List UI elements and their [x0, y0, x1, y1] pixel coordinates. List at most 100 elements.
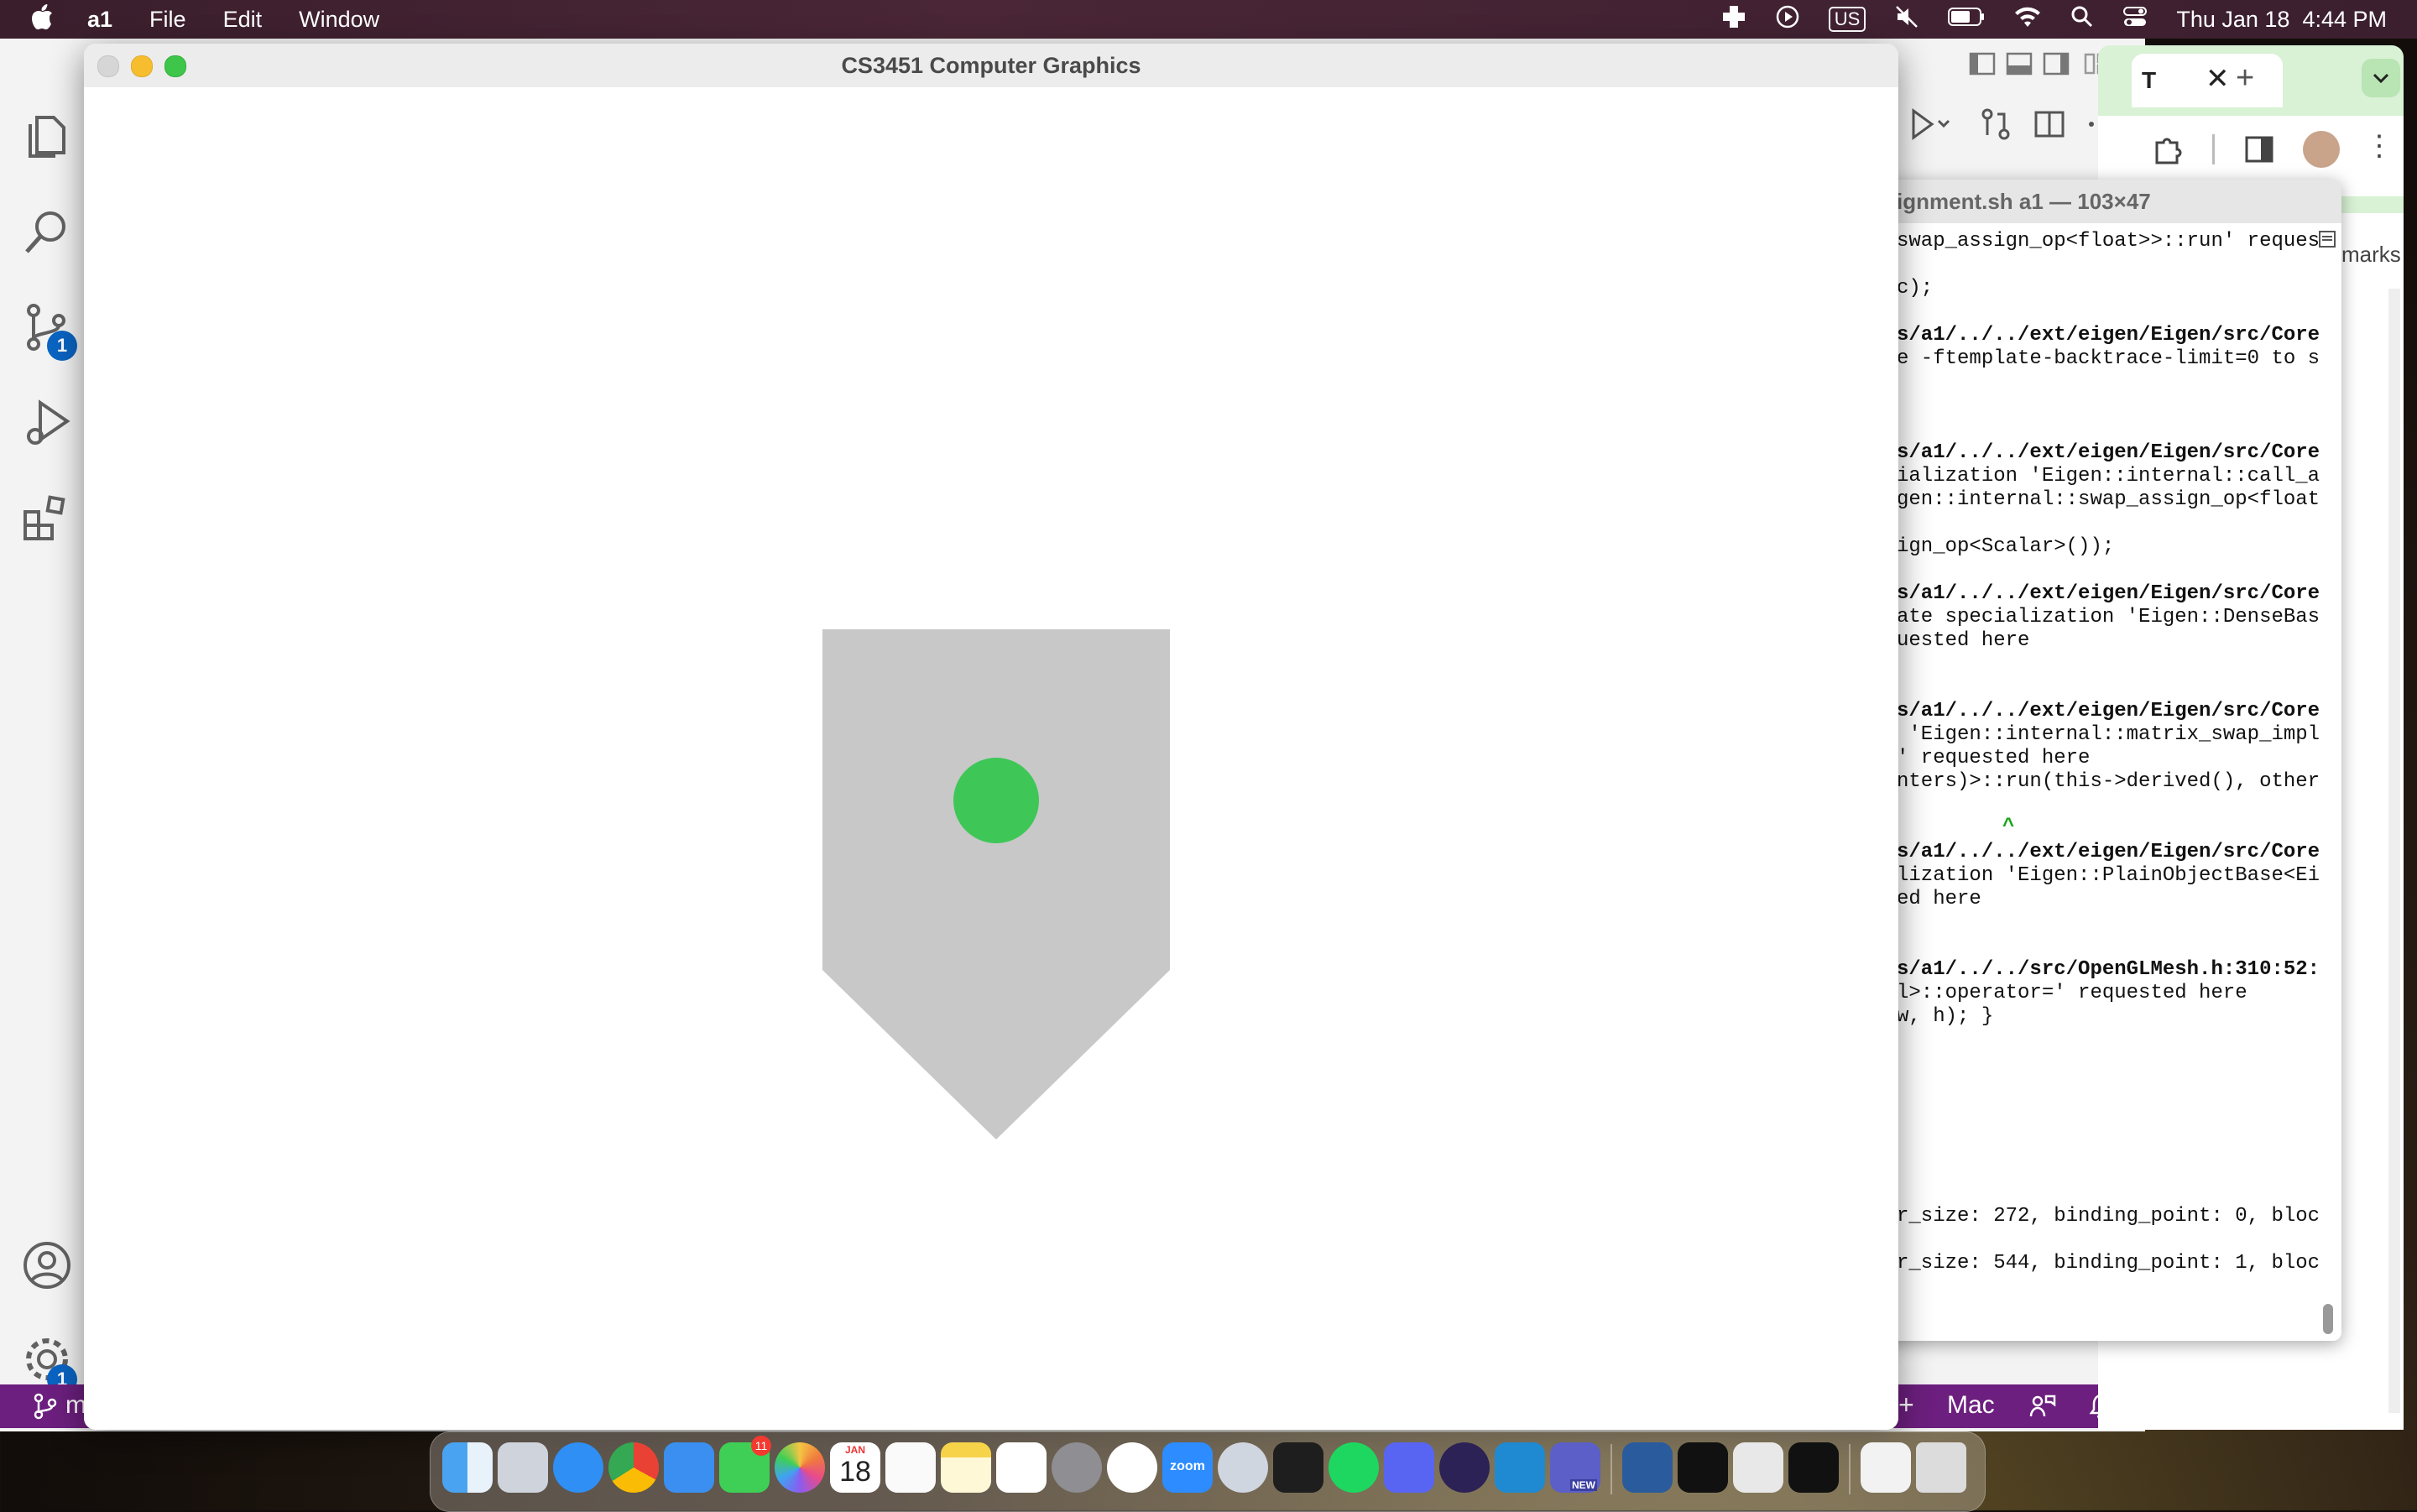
toggle-panel-icon[interactable]: [2006, 52, 2033, 80]
textedit-icon[interactable]: [1733, 1442, 1783, 1493]
terminal-line: s/a1/../../src/OpenGLMesh.h:310:52:: [1897, 958, 2320, 981]
toolbar-divider: [2212, 134, 2215, 164]
zoom-button[interactable]: [164, 55, 186, 77]
title-bar[interactable]: CS3451 Computer Graphics: [84, 44, 1898, 88]
status-plus[interactable]: +: [1898, 1389, 1914, 1421]
downloads-stack-icon[interactable]: [1861, 1442, 1911, 1493]
terminal-line: uested here: [1897, 629, 2030, 652]
toggle-secondary-sidebar-icon[interactable]: [2043, 52, 2070, 80]
finder-icon[interactable]: [442, 1442, 493, 1493]
side-panel-icon[interactable]: [2242, 133, 2276, 170]
quicktime-icon[interactable]: [1218, 1442, 1268, 1493]
new-tab-icon[interactable]: +: [2236, 60, 2254, 96]
render-canvas[interactable]: [84, 87, 1898, 1430]
freeform-icon[interactable]: [996, 1442, 1047, 1493]
spotlight-search-icon[interactable]: [2070, 5, 2094, 34]
terminal-line: s/a1/../../ext/eigen/Eigen/src/Core: [1897, 841, 2320, 863]
mute-icon[interactable]: [1894, 4, 1919, 35]
terminal-marks-icon[interactable]: [2318, 230, 2336, 253]
zoom-app-icon[interactable]: zoom: [1162, 1442, 1213, 1493]
scm-badge: 1: [47, 331, 77, 361]
messages-icon[interactable]: 11: [719, 1436, 771, 1493]
minimize-button[interactable]: [131, 55, 153, 77]
source-control-icon[interactable]: 1: [20, 300, 77, 361]
terminal-line: lization 'Eigen::PlainObjectBase<Ei: [1897, 864, 2320, 887]
terminal-title: ignment.sh a1 — 103×47: [1846, 180, 2341, 223]
safari-icon[interactable]: [553, 1442, 603, 1493]
terminal-line: c);: [1897, 277, 1934, 300]
apple-icon[interactable]: [32, 3, 54, 35]
terminal-line: l>::operator=' requested here: [1897, 982, 2247, 1004]
discord-icon[interactable]: [1384, 1442, 1434, 1493]
terminal-scrollbar[interactable]: [2323, 1304, 2333, 1334]
input-source[interactable]: US: [1828, 7, 1866, 32]
menu-window[interactable]: Window: [299, 7, 379, 33]
status-platform[interactable]: Mac: [1947, 1391, 1995, 1420]
extensions-puzzle-icon[interactable]: [2150, 133, 2184, 170]
vscode-app-icon[interactable]: [1495, 1442, 1545, 1493]
terminal-window-icon-2[interactable]: [1788, 1442, 1839, 1493]
browser-scrollbar[interactable]: [2388, 289, 2400, 1413]
mail-icon[interactable]: [664, 1442, 714, 1493]
menubar-clock[interactable]: Thu Jan 18 4:44 PM: [2176, 7, 2387, 33]
browser-tab[interactable]: T ✕: [2132, 54, 2283, 107]
terminal-line: ialization 'Eigen::internal::call_a: [1897, 465, 2320, 487]
wifi-icon[interactable]: [2013, 5, 2042, 34]
launchpad-icon[interactable]: [498, 1442, 548, 1493]
chrome-icon[interactable]: [608, 1442, 659, 1493]
reminders-icon[interactable]: [885, 1442, 936, 1493]
profile-avatar[interactable]: [2303, 131, 2340, 168]
calendar-day: 18: [839, 1456, 871, 1488]
feedback-icon[interactable]: [2029, 1393, 2056, 1426]
terminal-line: ate specialization 'Eigen::DenseBas: [1897, 606, 2320, 628]
photos-icon[interactable]: [775, 1442, 825, 1493]
run-debug-dropdown-icon[interactable]: [1898, 107, 1954, 145]
menu-edit[interactable]: Edit: [223, 7, 263, 33]
medical-plus-icon[interactable]: [1721, 4, 1746, 35]
app-window: CS3451 Computer Graphics: [84, 44, 1898, 1430]
tab-close-icon[interactable]: ✕: [2206, 62, 2230, 96]
notes-icon[interactable]: [941, 1442, 991, 1493]
remote-branch-icon[interactable]: [32, 1393, 59, 1426]
battery-icon[interactable]: [1948, 7, 1985, 33]
menu-extras: US Thu Jan 18 4:44 PM: [1721, 0, 2387, 39]
play-circle-icon[interactable]: [1775, 4, 1800, 35]
spotify-icon[interactable]: [1329, 1442, 1379, 1493]
toggle-sidebar-icon[interactable]: [1969, 52, 1996, 80]
activity-bar: 1 1: [0, 39, 94, 1431]
settings-gear-icon[interactable]: 1: [20, 1332, 77, 1395]
dock-divider: [1610, 1444, 1612, 1494]
calendar-month: JAN: [844, 1444, 865, 1456]
calendar-icon[interactable]: JAN 18: [830, 1442, 880, 1493]
terminal-line: r_size: 272, binding_point: 0, bloc: [1897, 1205, 2320, 1228]
trash-icon[interactable]: [1916, 1442, 1966, 1493]
terminal-line: s/a1/../../ext/eigen/Eigen/src/Core: [1897, 441, 2320, 464]
terminal-line: nters)>::run(this->derived(), other: [1897, 770, 2320, 793]
app-menu[interactable]: a1: [87, 7, 112, 33]
browser-menu-icon[interactable]: ⋮: [2365, 129, 2394, 163]
teams-icon[interactable]: NEW: [1550, 1442, 1600, 1493]
tab-search-icon[interactable]: [2362, 59, 2400, 97]
green-dot: [953, 758, 1039, 843]
extensions-icon[interactable]: [20, 492, 74, 545]
accounts-icon[interactable]: [20, 1238, 74, 1292]
bookmarks-bar-fragment[interactable]: marks: [2341, 242, 2401, 268]
eclipse-icon[interactable]: [1439, 1442, 1490, 1493]
explorer-icon[interactable]: [20, 109, 74, 163]
chatgpt-icon[interactable]: [1107, 1442, 1157, 1493]
mysql-workbench-icon[interactable]: [1622, 1442, 1673, 1493]
menu-file[interactable]: File: [149, 7, 186, 33]
split-editor-icon[interactable]: [2033, 107, 2066, 145]
menu-bar: a1 File Edit Window US Thu Jan 18 4:44 P…: [0, 0, 2417, 39]
terminal-window-icon[interactable]: [1678, 1442, 1728, 1493]
gray-shield-shape: [822, 629, 1170, 1139]
dock-divider: [1849, 1444, 1851, 1494]
search-icon[interactable]: [20, 205, 74, 258]
terminal-app-icon[interactable]: [1273, 1442, 1323, 1493]
terminal-line: r_size: 544, binding_point: 1, bloc: [1897, 1252, 2320, 1275]
compare-changes-icon[interactable]: [1979, 107, 2012, 145]
run-debug-icon[interactable]: [20, 396, 74, 450]
control-center-icon[interactable]: [2122, 5, 2148, 34]
system-settings-icon[interactable]: [1052, 1442, 1102, 1493]
close-button[interactable]: [97, 55, 119, 77]
